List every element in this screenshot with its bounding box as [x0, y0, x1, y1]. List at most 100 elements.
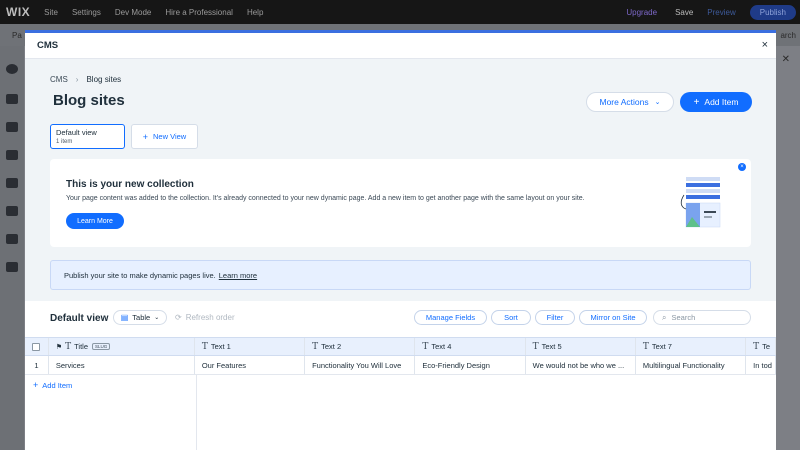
add-row-label: Add Item [42, 380, 73, 390]
add-item-button[interactable]: + Add Item [680, 92, 752, 112]
table-icon: ▤ [120, 313, 129, 322]
editor-left-toolbar [0, 46, 24, 450]
add-icon[interactable] [6, 64, 18, 74]
manage-fields-button[interactable]: Manage Fields [414, 310, 487, 325]
modal-title: CMS [37, 40, 59, 51]
column-header-text4[interactable]: T Text 4 [415, 338, 526, 355]
collection-table-area: Default view ▤ Table ⌄ ⟳ Refresh order M… [25, 301, 776, 450]
publish-notice-text: Publish your site to make dynamic pages … [64, 270, 216, 280]
plus-icon: + [142, 131, 149, 142]
text-type-icon: T [312, 341, 319, 352]
plus-icon: + [693, 96, 700, 108]
page-title: Blog sites [53, 92, 125, 109]
apps-icon[interactable] [6, 178, 18, 188]
menu-site[interactable]: Site [44, 8, 58, 17]
filter-button[interactable]: Filter [535, 310, 575, 325]
column-divider [196, 375, 197, 450]
publish-button[interactable]: Publish [749, 4, 796, 20]
design-icon[interactable] [6, 150, 18, 160]
slug-badge: SLUG [92, 343, 111, 350]
chevron-down-icon: ⌄ [654, 99, 661, 106]
text-type-icon: T [753, 341, 760, 352]
table-cell[interactable]: Multilingual Functionality [636, 356, 747, 374]
editor-search-label: arch [780, 31, 796, 40]
column-header-text1[interactable]: T Text 1 [195, 338, 306, 355]
menu-settings[interactable]: Settings [72, 8, 101, 17]
cms-body: CMS › Blog sites Blog sites More Actions… [25, 59, 776, 450]
table-cell[interactable]: In tod [746, 356, 776, 374]
sections-icon[interactable] [6, 94, 18, 104]
pin-icon: ⚑ [55, 343, 63, 351]
view-card-count: 1 item [56, 139, 73, 145]
collection-illustration-icon [680, 177, 721, 228]
layout-select-label: Table [132, 313, 151, 322]
pages-icon[interactable] [6, 122, 18, 132]
text-type-icon: T [642, 341, 649, 352]
business-icon[interactable] [6, 206, 18, 216]
column-header-label: Text 7 [651, 342, 672, 351]
table-view-title: Default view [50, 313, 109, 324]
editor-page-label: Pa [12, 31, 22, 40]
preview-button[interactable]: Preview [707, 8, 735, 17]
table-cell[interactable]: Services [49, 356, 195, 374]
add-row-button[interactable]: + Add Item [33, 380, 72, 390]
view-card-default[interactable]: Default view 1 item [50, 124, 125, 149]
breadcrumb-cms[interactable]: CMS [50, 75, 68, 84]
column-header-label: Text 4 [431, 342, 452, 351]
search-input[interactable]: ⌕ Search [653, 310, 751, 325]
text-type-icon: T [65, 341, 72, 352]
upgrade-link[interactable]: Upgrade [626, 8, 657, 17]
sort-button[interactable]: Sort [491, 310, 531, 325]
items-grid: ⚑ T Title SLUG T Text 1 T Text 2 T Text … [25, 337, 776, 450]
column-header-text5[interactable]: T Text 5 [526, 338, 636, 355]
table-cell[interactable]: Functionality You Will Love [305, 356, 416, 374]
column-header-label: Text 1 [210, 342, 231, 351]
chevron-right-icon: › [75, 75, 79, 84]
publish-notice: Publish your site to make dynamic pages … [50, 260, 751, 290]
view-card-title: Default view [56, 128, 97, 137]
refresh-order-button[interactable]: ⟳ Refresh order [175, 313, 235, 322]
layout-select[interactable]: ▤ Table ⌄ [113, 310, 167, 325]
learn-more-button[interactable]: Learn More [66, 213, 124, 229]
more-actions-label: More Actions [599, 97, 649, 107]
plus-icon: + [33, 380, 39, 390]
select-all-checkbox[interactable] [32, 342, 41, 351]
close-icon[interactable]: × [738, 163, 746, 171]
chevron-down-icon: ⌄ [154, 315, 160, 321]
text-type-icon: T [201, 341, 208, 352]
text-type-icon: T [422, 341, 429, 352]
cms-icon[interactable] [6, 262, 18, 272]
cms-modal: CMS × CMS › Blog sites Blog sites More A… [25, 30, 776, 450]
table-row[interactable]: 1 Services Our Features Functionality Yo… [25, 356, 776, 375]
media-icon[interactable] [6, 234, 18, 244]
text-type-icon: T [532, 341, 539, 352]
column-header-label: Te [762, 342, 771, 351]
select-all-cell [25, 338, 49, 355]
table-cell[interactable]: Our Features [195, 356, 306, 374]
menu-help[interactable]: Help [247, 8, 263, 17]
row-index: 1 [25, 356, 49, 374]
refresh-icon: ⟳ [175, 313, 182, 322]
breadcrumb-current: Blog sites [86, 75, 122, 84]
table-cell[interactable]: Eco-Friendly Design [415, 356, 526, 374]
search-icon: ⌕ [662, 312, 667, 322]
new-view-button[interactable]: + New View [131, 124, 198, 149]
save-button[interactable]: Save [675, 8, 693, 17]
menu-dev-mode[interactable]: Dev Mode [115, 8, 151, 17]
close-icon[interactable]: × [762, 39, 768, 51]
publish-notice-link[interactable]: Learn more [219, 271, 257, 280]
editor-panel-close-icon[interactable]: ✕ [782, 54, 790, 65]
column-header-text2[interactable]: T Text 2 [305, 338, 416, 355]
column-header-title[interactable]: ⚑ T Title SLUG [49, 338, 195, 355]
more-actions-button[interactable]: More Actions ⌄ [586, 92, 674, 112]
column-header-next[interactable]: T Te [746, 338, 776, 355]
breadcrumb: CMS › Blog sites [50, 75, 121, 84]
mirror-on-site-button[interactable]: Mirror on Site [579, 310, 647, 325]
banner-title: This is your new collection [66, 179, 194, 190]
modal-header: CMS [25, 33, 776, 59]
refresh-order-label: Refresh order [185, 313, 235, 322]
table-cell[interactable]: We would not be who we ... [526, 356, 636, 374]
column-header-text7[interactable]: T Text 7 [636, 338, 747, 355]
menu-hire-professional[interactable]: Hire a Professional [165, 8, 233, 17]
search-placeholder: Search [671, 313, 696, 322]
